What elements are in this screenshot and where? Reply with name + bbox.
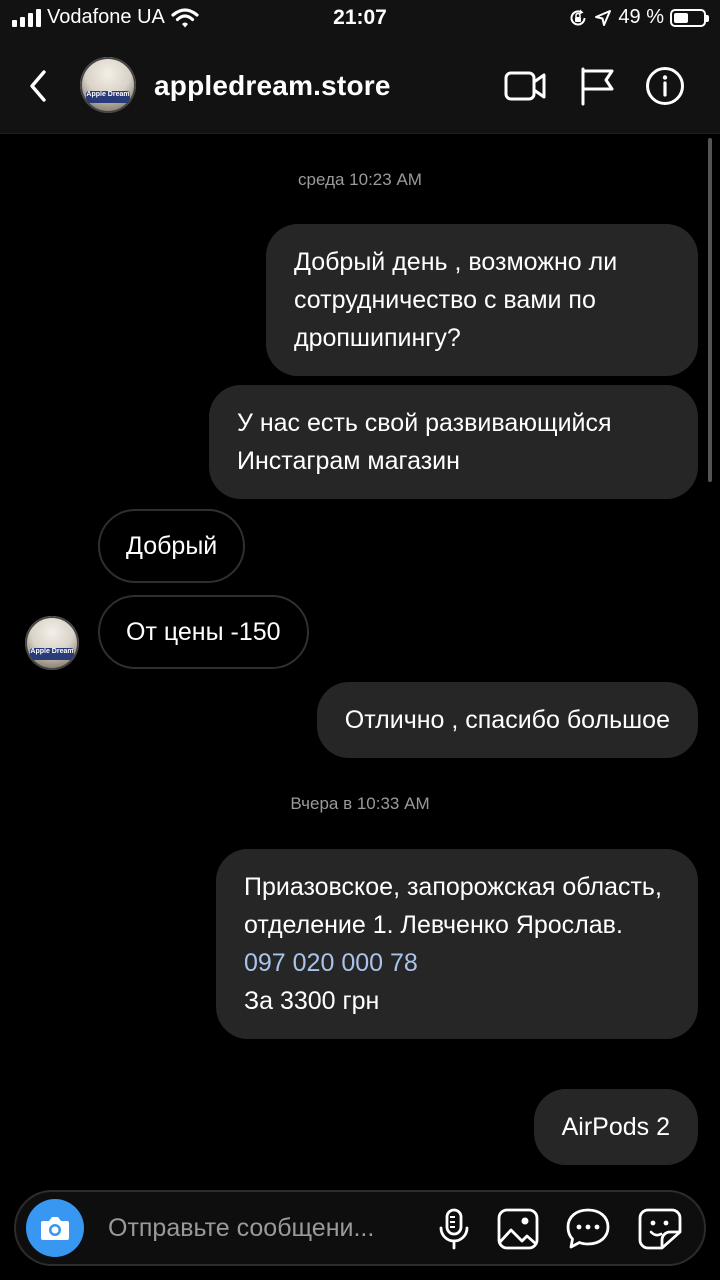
scrollbar[interactable]	[708, 138, 712, 482]
message-text: AirPods 2	[561, 1113, 670, 1141]
orientation-lock-icon	[570, 9, 586, 25]
message-incoming[interactable]: От цены -150	[98, 595, 309, 669]
message-text: Отлично , спасибо большое	[344, 706, 670, 734]
location-arrow-icon	[595, 9, 612, 26]
back-chevron-icon[interactable]	[22, 66, 56, 106]
message-text: Добрый	[126, 532, 218, 560]
message-text: Добрый день , возможно ли сотрудничество…	[294, 248, 618, 352]
address-text: Приазовское, запорожская область, отделе…	[244, 873, 662, 939]
message-text: У нас есть свой развивающийся Инстаграм …	[237, 409, 612, 475]
message-outgoing[interactable]: Приазовское, запорожская область, отделе…	[216, 849, 698, 1039]
battery-icon	[670, 8, 709, 27]
message-outgoing[interactable]: Отлично , спасибо большое	[316, 682, 698, 758]
battery-percent: 49 %	[618, 6, 664, 28]
flag-icon[interactable]	[576, 66, 620, 106]
message-text: От цены -150	[126, 618, 281, 646]
status-bar: Vodafone UA 21:07 49 %	[0, 0, 720, 40]
microphone-icon[interactable]	[430, 1206, 478, 1252]
message-outgoing[interactable]: AirPods 2	[533, 1089, 698, 1165]
info-icon[interactable]	[643, 66, 687, 106]
sticker-icon[interactable]	[636, 1206, 684, 1252]
timestamp: среда 10:23 AM	[298, 170, 422, 189]
chat-thread[interactable]: среда 10:23 AM Добрый день , возможно ли…	[0, 134, 720, 1180]
page-title[interactable]: appledream.store	[154, 70, 391, 102]
chat-bubble-icon[interactable]	[564, 1206, 612, 1252]
price-text: За 3300 грн	[244, 987, 380, 1015]
message-outgoing[interactable]: Добрый день , возможно ли сотрудничество…	[266, 224, 698, 376]
camera-icon	[41, 1217, 69, 1240]
sender-avatar[interactable]: Apple Dream	[25, 616, 79, 670]
video-call-icon[interactable]	[503, 66, 547, 106]
message-input[interactable]: Отправьте сообщени...	[108, 1214, 374, 1243]
status-right: 49 %	[568, 6, 709, 29]
camera-button[interactable]	[26, 1199, 84, 1257]
timestamp: Вчера в 10:33 AM	[290, 794, 430, 813]
chat-header: Apple Dream appledream.store	[0, 40, 720, 134]
message-outgoing[interactable]: У нас есть свой развивающийся Инстаграм …	[209, 385, 698, 499]
phone-link[interactable]: 097 020 000 78	[244, 944, 670, 982]
gallery-icon[interactable]	[494, 1206, 542, 1252]
message-composer: Отправьте сообщени...	[14, 1190, 706, 1266]
message-incoming[interactable]: Добрый	[98, 509, 246, 583]
avatar[interactable]: Apple Dream	[80, 57, 136, 113]
